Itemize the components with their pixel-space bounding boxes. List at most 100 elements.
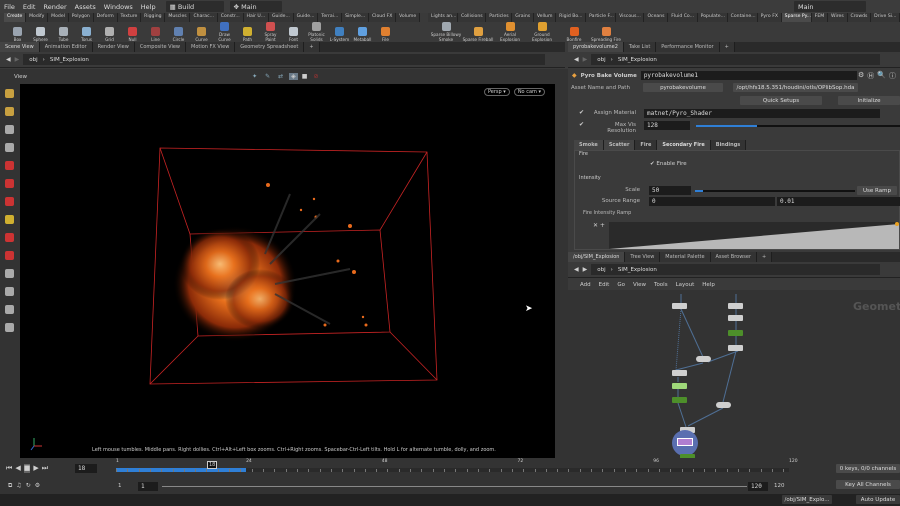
help-icon[interactable]: Ⓗ [867,71,874,81]
merge-node[interactable] [716,402,731,408]
main-select-left[interactable]: ✥ Main [229,1,282,12]
param-subtab[interactable]: Secondary Fire [657,140,711,150]
transform-icon[interactable]: ✎ [265,73,270,80]
shelf-tab[interactable]: Volume [396,13,420,22]
shelf-tab[interactable]: Sparse Py... [781,13,812,22]
enable-fire-checkbox[interactable]: ✔ Enable Fire [650,161,687,167]
shelf-tab[interactable]: Particle F... [586,13,617,22]
pane-tab[interactable]: Geometry Spreadsheet [235,42,305,52]
back-icon[interactable]: ◀ [574,266,579,273]
back-icon[interactable]: ◀ [574,56,579,63]
fire-intensity-ramp[interactable] [609,222,899,249]
range-start[interactable]: 1 [118,483,122,489]
shelf-tool[interactable]: Spreading Fire [590,27,622,42]
crumb-sim[interactable]: SIM_Explosion [618,57,657,63]
use-ramp-menu[interactable]: Use Ramp [857,186,897,195]
network-node[interactable] [728,315,743,321]
pane-tab[interactable]: Composite View [134,42,186,52]
current-frame-marker[interactable]: 18 [207,461,218,469]
source-min-field[interactable]: 0 [649,197,775,206]
display-icon[interactable]: ■ [302,73,308,80]
handle-icon[interactable]: ⇄ [278,73,283,80]
shelf-tab[interactable]: FEM [811,13,829,22]
loop-icon[interactable]: ↻ [26,482,31,490]
menu-help[interactable]: Help [137,3,160,11]
persp-menu[interactable]: Persp ▾ [483,88,510,96]
range-end[interactable]: 120 [774,483,785,489]
param-subtab[interactable]: Bindings [710,140,747,150]
shelf-tab[interactable]: Deform [93,13,118,22]
viewport-tool-icon[interactable] [5,233,14,242]
network-menu-item[interactable]: Layout [676,282,695,288]
shelf-tool[interactable]: File [374,27,397,42]
select-icon[interactable]: ✦ [252,73,257,80]
first-frame-icon[interactable]: ⏮ [6,464,12,473]
network-menu-item[interactable]: Help [702,282,715,288]
pane-tab[interactable]: /obj/SIM_Explosion [568,252,626,262]
param-subtab[interactable]: Smoke [574,140,604,150]
range-start-field[interactable]: 1 [138,482,158,491]
last-frame-icon[interactable]: ⏭ [42,464,48,473]
shelf-tab[interactable]: Create [4,13,27,22]
param-subtab[interactable]: Fire [635,140,658,150]
pane-tab[interactable]: Material Palette [660,252,711,262]
network-node[interactable] [672,383,687,389]
viewport-tool-icon[interactable] [5,323,14,332]
scale-slider[interactable] [695,190,855,192]
network-node[interactable] [728,345,743,351]
crumb-obj[interactable]: obj [597,57,605,63]
viewport-tool-icon[interactable] [5,251,14,260]
shelf-tool[interactable]: Path [236,27,259,42]
view-label[interactable]: View [14,74,27,80]
shelf-tab[interactable]: Crowds [847,13,872,22]
network-menu-item[interactable]: Edit [599,282,610,288]
viewport-tool-icon[interactable] [5,161,14,170]
audio-icon[interactable]: ♫ [16,482,21,490]
shelf-tool[interactable]: Metaball [351,27,374,42]
shelf-tool[interactable]: Sphere [29,27,52,42]
main-select-right[interactable]: Main [794,1,866,12]
status-path[interactable]: /obj/SIM_Explo... [782,495,832,504]
pane-tab[interactable]: Asset Browser [710,252,758,262]
timeline-bar[interactable]: 1 24 48 72 96 120 18 [116,459,798,477]
settings-icon[interactable]: ⚙ [35,482,40,490]
shelf-tab[interactable]: Constr... [217,13,244,22]
shelf-tab[interactable]: Grains [512,13,534,22]
param-subtab[interactable]: Scatter [603,140,636,150]
shelf-tab[interactable]: Guide... [268,13,294,22]
shelf-tool[interactable]: Draw Curve [213,22,236,42]
asset-name-select[interactable]: pyrobakevolume [643,83,723,92]
shelf-tab[interactable]: Charac... [190,13,218,22]
shelf-tab[interactable]: Model [48,13,69,22]
network-menu-item[interactable]: Tools [654,282,668,288]
assign-material-checkbox[interactable]: ✔ [579,109,584,116]
network-node[interactable] [728,330,743,336]
network-node[interactable] [728,303,743,309]
asset-path-select[interactable]: /opt/hfs18.5.351/houdini/otls/OPlibSop.h… [733,83,858,92]
viewport-tool-icon[interactable] [5,215,14,224]
menu-render[interactable]: Render [39,3,70,11]
shelf-tool[interactable]: Torus [75,27,98,42]
shelf-tool[interactable]: Tube [52,27,75,42]
shelf-tool[interactable]: Platonic Solids [305,22,328,42]
desktop-select[interactable]: ▦ Build [165,1,224,12]
max-vis-field[interactable]: 128 [644,121,690,130]
assign-material-field[interactable]: matnet/Pyro_Shader [644,109,880,118]
shelf-tab[interactable]: Rigging [141,13,166,22]
play-back-icon[interactable]: ◀ [15,464,20,473]
back-icon[interactable]: ◀ [6,56,11,63]
viewport-tool-icon[interactable] [5,305,14,314]
viewport-tool-icon[interactable] [5,125,14,134]
search-icon[interactable]: 🔍 [877,71,886,81]
shelf-tool[interactable]: Ground Explosion [526,22,558,42]
shelf-tab[interactable]: Containe... [727,13,758,22]
pane-tab[interactable]: Render View [92,42,135,52]
max-vis-slider[interactable] [696,125,900,127]
range-slider[interactable] [162,486,747,487]
viewport-tool-icon[interactable] [5,197,14,206]
shelf-tab[interactable]: Texture [117,13,142,22]
network-menu-item[interactable]: View [633,282,646,288]
network-node[interactable] [672,303,687,309]
shelf-tool[interactable]: Spray Paint [259,22,282,42]
shelf-tool[interactable]: L-System [328,27,351,42]
